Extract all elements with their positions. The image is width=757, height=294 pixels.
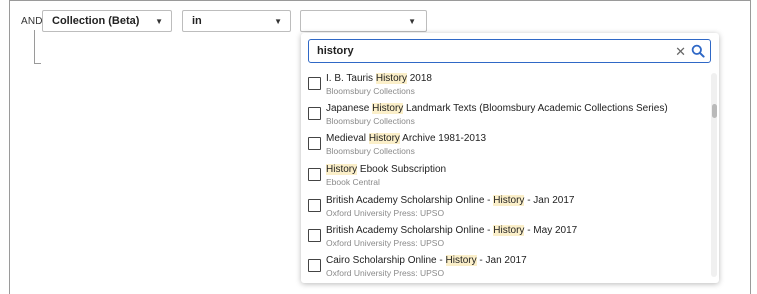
operator-select[interactable]: in ▼: [182, 10, 291, 32]
field-select[interactable]: Collection (Beta) ▼: [42, 10, 172, 32]
scrollbar-thumb[interactable]: [712, 104, 717, 118]
option-title: Japanese History Landmark Texts (Bloomsb…: [326, 103, 668, 114]
option-source: Bloomsbury Collections: [326, 116, 415, 126]
caret-down-icon: ▼: [274, 16, 282, 26]
operator-select-value: in: [192, 15, 202, 27]
option-item[interactable]: British Academy Scholarship Online - His…: [308, 225, 703, 251]
option-source: Bloomsbury Collections: [326, 146, 415, 156]
option-source: Oxford University Press: UPSO: [326, 268, 445, 278]
tree-connector-horizontal: [34, 63, 41, 64]
option-item[interactable]: History Ebook Subscription Ebook Central: [308, 164, 703, 190]
option-title: History Ebook Subscription: [326, 164, 447, 175]
option-item[interactable]: British Academy Scholarship Online - His…: [308, 195, 703, 221]
option-checkbox[interactable]: [308, 229, 321, 242]
caret-down-icon: ▼: [408, 16, 416, 26]
option-source: Oxford University Press: UPSO: [326, 238, 445, 248]
option-source: Bloomsbury Collections: [326, 86, 415, 96]
search-icon[interactable]: [691, 44, 705, 58]
panel-border-left: [9, 0, 10, 294]
option-title: I. B. Tauris History 2018: [326, 73, 432, 84]
option-checkbox[interactable]: [308, 107, 321, 120]
option-source: Ebook Central: [326, 177, 380, 187]
option-checkbox[interactable]: [308, 168, 321, 181]
option-title: British Academy Scholarship Online - His…: [326, 225, 578, 236]
panel-border-right: [750, 0, 751, 294]
value-dropdown-panel: ✕ I. B. Tauris History 2018 Bloomsbury C…: [301, 33, 719, 283]
value-select[interactable]: ▼: [300, 10, 427, 32]
option-checkbox[interactable]: [308, 77, 321, 90]
option-item[interactable]: I. B. Tauris History 2018 Bloomsbury Col…: [308, 73, 703, 99]
option-title: Cairo Scholarship Online - History - Jan…: [326, 255, 527, 266]
option-checkbox[interactable]: [308, 259, 321, 272]
field-select-value: Collection (Beta): [52, 15, 140, 27]
option-checkbox[interactable]: [308, 199, 321, 212]
conjunction-label: AND: [21, 16, 43, 27]
clear-icon[interactable]: ✕: [675, 45, 686, 58]
option-title: British Academy Scholarship Online - His…: [326, 195, 575, 206]
option-item[interactable]: Japanese History Landmark Texts (Bloomsb…: [308, 103, 703, 129]
option-item[interactable]: Medieval History Archive 1981-2013 Bloom…: [308, 133, 703, 159]
option-checkbox[interactable]: [308, 137, 321, 150]
panel-border-top: [9, 0, 751, 1]
option-source: Oxford University Press: UPSO: [326, 208, 445, 218]
search-box: ✕: [308, 39, 711, 63]
option-title: Medieval History Archive 1981-2013: [326, 133, 487, 144]
option-item[interactable]: Cairo Scholarship Online - History - Jan…: [308, 255, 703, 281]
search-input[interactable]: [317, 45, 676, 57]
tree-connector-vertical: [34, 30, 35, 64]
caret-down-icon: ▼: [155, 16, 163, 26]
options-list: I. B. Tauris History 2018 Bloomsbury Col…: [301, 73, 713, 283]
